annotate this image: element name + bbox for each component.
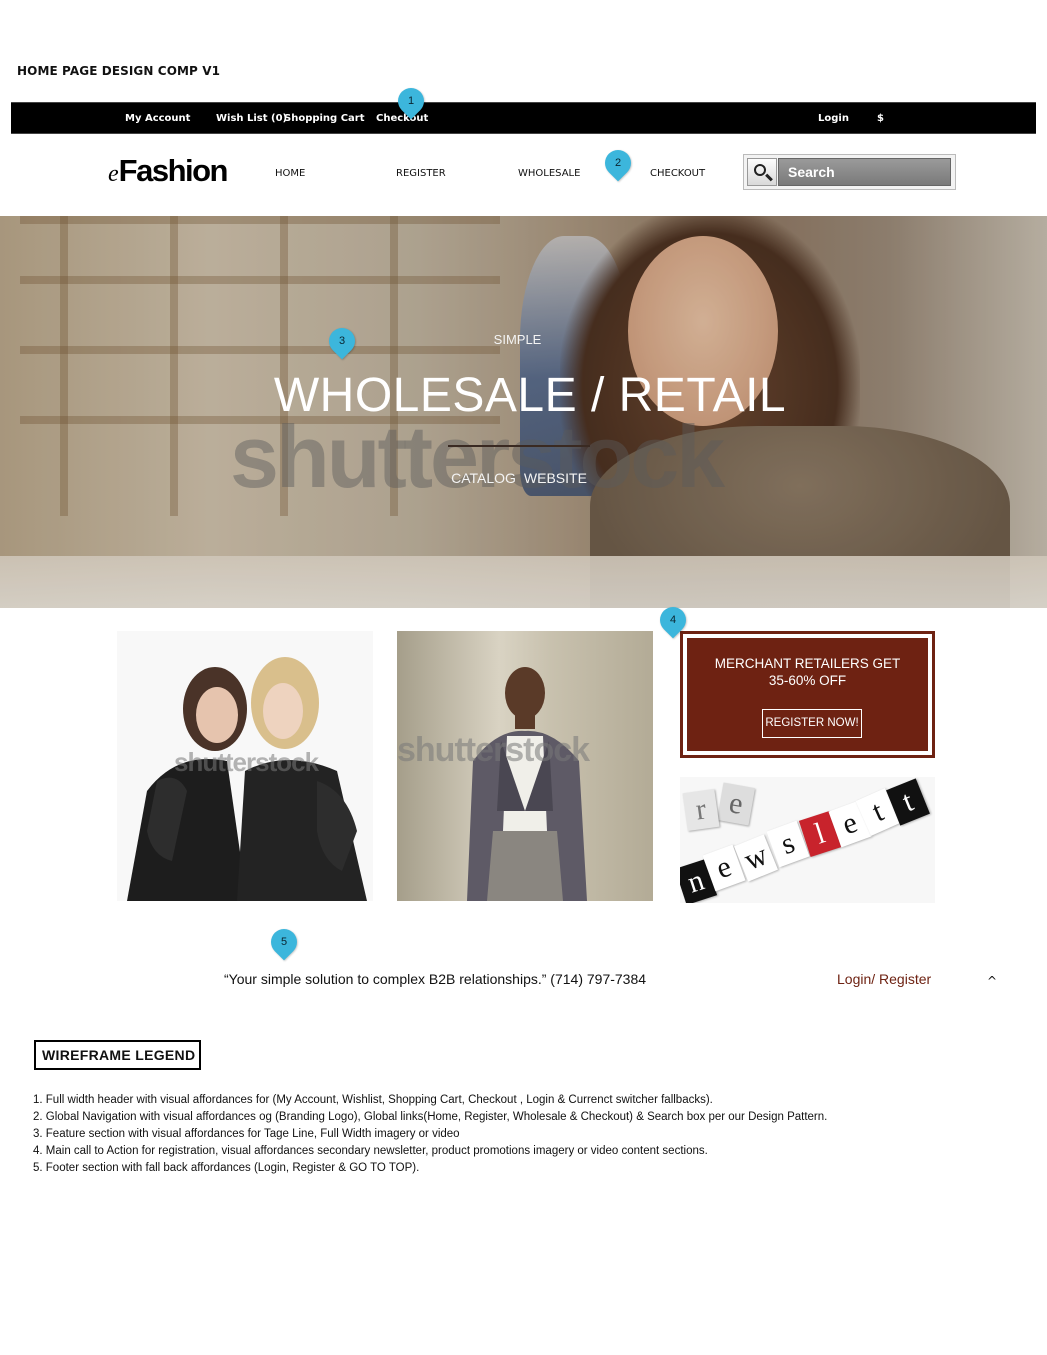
callout-pin-2: 2 [599, 144, 637, 182]
callout-pin-3: 3 [323, 322, 361, 360]
comp-title: HOME PAGE DESIGN COMP V1 [17, 64, 221, 78]
callout-number: 3 [338, 335, 346, 347]
legend-item: 2. Global Navigation with visual afforda… [33, 1111, 828, 1123]
currency-switcher[interactable]: $ [877, 113, 884, 124]
search-button[interactable] [747, 158, 777, 186]
newsletter-tile[interactable]: n e w s l e t t e r [680, 777, 935, 903]
hero-kicker: SIMPLE [493, 332, 542, 347]
efashion-logo[interactable]: eFashion [108, 153, 229, 189]
hero-divider [448, 445, 590, 447]
promo-panel: MERCHANT RETAILERS GET 35-60% OFF REGIST… [687, 638, 928, 751]
nav-checkout[interactable]: CHECKOUT [650, 168, 705, 179]
legend-item: 3. Feature section with visual affordanc… [33, 1128, 460, 1140]
logo-main: Fashion [118, 153, 229, 188]
callout-pin-5: 5 [265, 923, 303, 961]
magnifier-icon [754, 164, 766, 176]
legend-item: 4. Main call to Action for registration,… [33, 1145, 708, 1157]
nav-wholesale[interactable]: WHOLESALE [518, 168, 580, 179]
utility-bar: My Account Wish List (0) Shopping Cart C… [11, 102, 1036, 134]
callout-pin-4: 4 [654, 601, 692, 639]
nav-home[interactable]: HOME [275, 168, 305, 179]
my-account-link[interactable]: My Account [125, 113, 190, 124]
promo-image-man[interactable]: shutterstock [397, 631, 653, 901]
search-box: Search [743, 154, 956, 190]
wireframe-legend-list: 1. Full width header with visual afforda… [33, 1092, 827, 1177]
legend-item: 1. Full width header with visual afforda… [33, 1094, 713, 1106]
hero-sub-website: WEBSITE [523, 470, 587, 486]
wireframe-legend-title: WIREFRAME LEGEND [34, 1040, 201, 1070]
merchant-promo: MERCHANT RETAILERS GET 35-60% OFF REGIST… [680, 631, 935, 758]
callout-number: 5 [280, 936, 288, 948]
login-link[interactable]: Login [818, 113, 849, 124]
callout-number: 1 [407, 95, 415, 107]
register-now-button[interactable]: REGISTER NOW! [762, 709, 862, 738]
promo-image-models[interactable]: shutterstock [117, 631, 373, 901]
newsletter-letter: e [716, 782, 756, 826]
search-input[interactable]: Search [778, 158, 951, 186]
callout-number: 2 [614, 157, 622, 169]
hero-title: WHOLESALE / RETAIL [273, 369, 787, 422]
shopping-cart-link[interactable]: Shopping Cart [284, 113, 365, 124]
logo-prefix: e [108, 161, 119, 187]
nav-register[interactable]: REGISTER [396, 168, 446, 179]
wish-list-link[interactable]: Wish List (0) [216, 113, 287, 124]
footer-login-register-link[interactable]: Login/ Register [837, 971, 931, 987]
callout-number: 4 [669, 614, 677, 626]
tile-b-watermark: shutterstock [397, 731, 590, 769]
promo-text: MERCHANT RETAILERS GET 35-60% OFF [714, 656, 901, 688]
hero-banner: shutterstock SIMPLE WHOLESALE / RETAIL C… [0, 216, 1047, 608]
hero-sub-catalog: CATALOG [451, 470, 516, 486]
legend-item: 5. Footer section with fall back afforda… [33, 1162, 420, 1174]
newsletter-letter: r [682, 788, 720, 832]
checkout-link[interactable]: Checkout [376, 113, 428, 124]
hero-subtitle: CATALOG WEBSITE [0, 470, 1038, 486]
tile-a-watermark: shutterstock [174, 747, 319, 777]
go-to-top-button[interactable]: ^ [987, 974, 997, 988]
callout-pin-1: 1 [392, 82, 430, 120]
footer-tagline: “Your simple solution to complex B2B rel… [224, 971, 647, 987]
